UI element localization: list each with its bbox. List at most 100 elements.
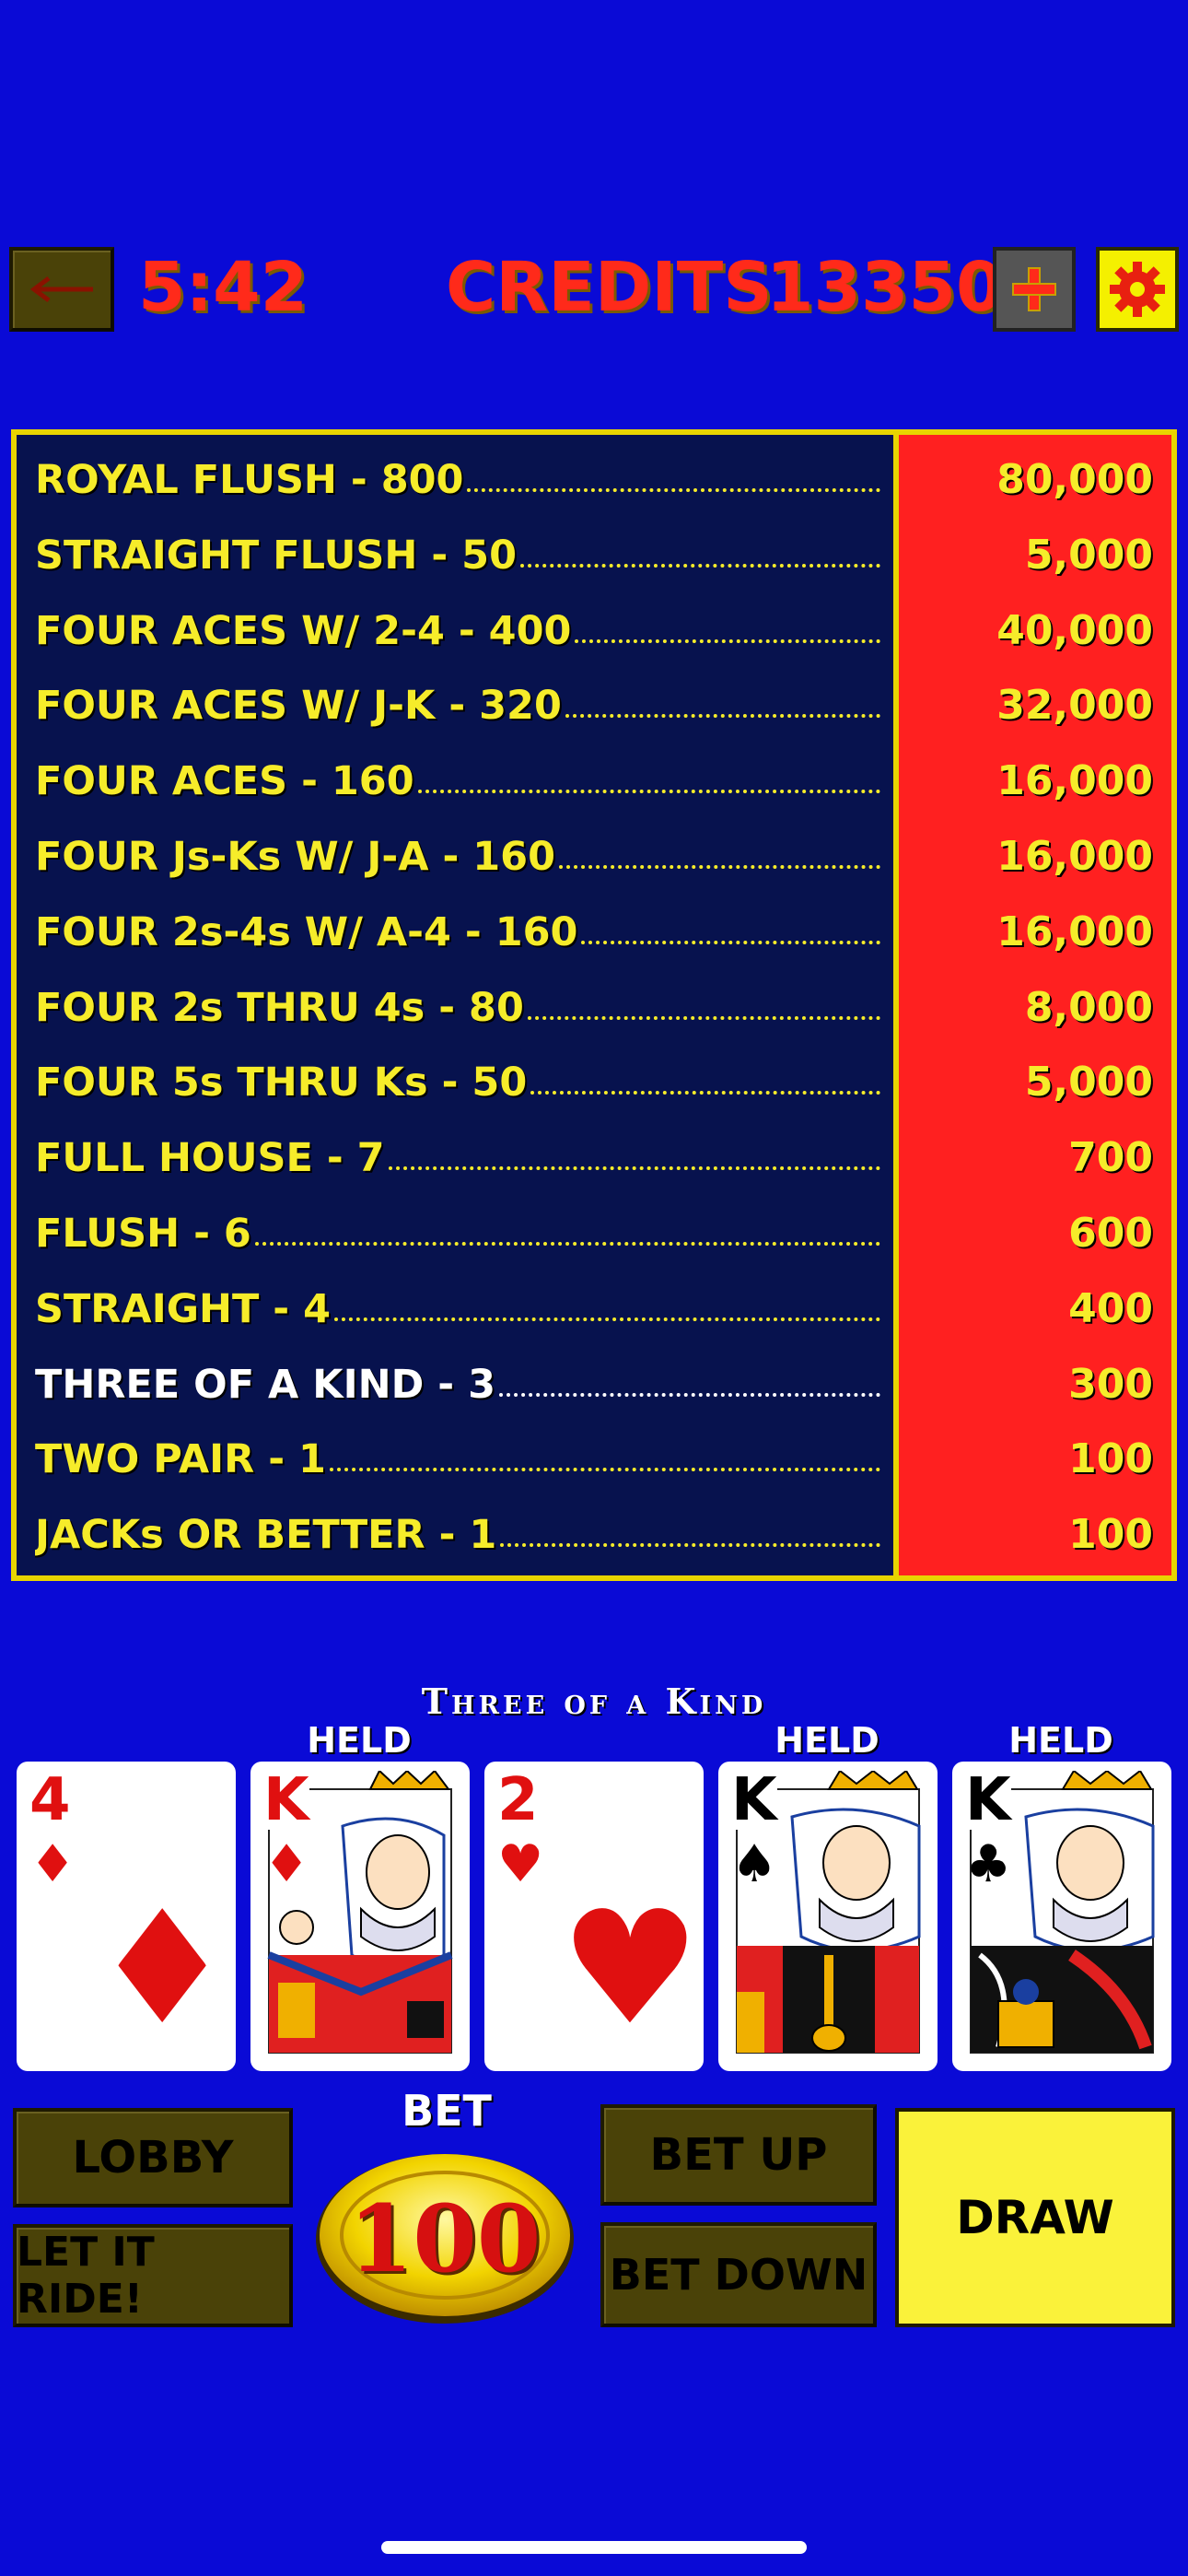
dot-leader [581,940,880,944]
pay-table: ROYAL FLUSH - 800 STRAIGHT FLUSH - 50 FOUR… [11,429,1177,1581]
pay-hand-label: FOUR Js-Ks W/ J-A - 160 [35,834,556,880]
card-rank: 2 [497,1766,539,1834]
pay-table-row-payout: 32,000 [996,682,1153,730]
add-credits-button[interactable] [993,247,1076,332]
card-4[interactable]: K ♠ [718,1762,938,2071]
bet-label: BET [402,2086,492,2136]
diamond-icon: ♦ [29,1834,76,1894]
held-label-card-2: HELD [307,1720,412,1761]
dot-leader [565,714,880,719]
bet-value: 100 [348,2184,542,2293]
heart-icon: ♥ [497,1834,544,1894]
card-1[interactable]: 4 ♦ ♦ [17,1762,236,2071]
held-label-card-5: HELD [1008,1720,1113,1761]
pay-hand-label: STRAIGHT FLUSH - 50 [35,532,518,579]
pay-table-row-payout: 16,000 [996,757,1153,805]
dot-leader [520,563,880,568]
card-3[interactable]: 2 ♥ ♥ [484,1762,704,2071]
diamond-icon: ♦ [263,1834,310,1894]
pay-table-row-name: ROYAL FLUSH - 800 [35,442,880,518]
pay-table-row-name: STRAIGHT - 4 [35,1271,880,1347]
pay-hand-label: FOUR ACES W/ J-K - 320 [35,683,562,730]
pay-hand-label: ROYAL FLUSH - 800 [35,457,464,503]
pay-table-row-name: FULL HOUSE - 7 [35,1120,880,1196]
lobby-button[interactable]: LOBBY [13,2108,293,2207]
pay-table-payouts: 80,000 5,000 40,000 32,000 16,000 16,000 16,00… [893,435,1171,1575]
pay-hand-label: STRAIGHT - 4 [35,1285,332,1332]
card-rank: 4 [29,1766,71,1834]
dot-leader [417,790,880,794]
club-icon: ♣ [965,1834,1012,1894]
pay-table-row-name: FOUR 5s THRU Ks - 50 [35,1045,880,1120]
timer: 5:42 [138,248,309,327]
spade-icon: ♠ [731,1834,778,1894]
dot-leader [388,1166,880,1171]
pay-table-row-payout: 400 [1068,1284,1153,1332]
dot-leader [500,1543,880,1548]
let-it-ride-button[interactable]: LET IT RIDE! [13,2224,293,2327]
card-2[interactable]: K ♦ [250,1762,470,2071]
credits-label: CREDITS [446,248,773,327]
pay-table-row-name: THREE OF A KIND - 3 [35,1347,880,1423]
pay-table-row-name: JACKs OR BETTER - 1 [35,1497,880,1573]
pay-table-row-name: TWO PAIR - 1 [35,1422,880,1497]
draw-button[interactable]: DRAW [895,2108,1175,2327]
dot-leader [559,865,880,869]
settings-button[interactable] [1096,247,1179,332]
pay-hand-label: FLUSH - 6 [35,1211,251,1257]
pay-table-row-name: FOUR Js-Ks W/ J-A - 160 [35,819,880,895]
dot-leader [254,1242,880,1246]
held-label-card-4: HELD [775,1720,879,1761]
heart-icon: ♥ [560,1878,701,2060]
credits-value: 13350 [766,248,1004,327]
pay-hand-label: FOUR 2s-4s W/ A-4 - 160 [35,908,578,955]
dot-leader [499,1392,880,1397]
gear-icon [1110,262,1165,317]
pay-table-row-payout: 16,000 [996,833,1153,880]
pay-table-row-payout: 300 [1068,1360,1153,1408]
pay-table-row-payout: 5,000 [1024,1059,1153,1107]
pay-table-row-name: FOUR ACES - 160 [35,744,880,819]
pay-hand-label: FOUR ACES - 160 [35,758,414,805]
pay-table-row-name: FOUR 2s THRU 4s - 80 [35,970,880,1046]
home-indicator [381,2541,807,2554]
pay-table-row-payout: 100 [1068,1435,1153,1483]
diamond-icon: ♦ [92,1878,233,2060]
pay-hand-label: FOUR ACES W/ 2-4 - 400 [35,607,572,654]
pay-table-row-payout: 40,000 [996,606,1153,654]
pay-table-row-name: FLUSH - 6 [35,1196,880,1271]
bet-down-button[interactable]: BET DOWN [600,2222,877,2327]
pay-table-row-name: FOUR ACES W/ 2-4 - 400 [35,593,880,669]
card-rank: K [731,1766,777,1834]
pay-hand-label: TWO PAIR - 1 [35,1436,326,1483]
pay-table-row-name: FOUR 2s-4s W/ A-4 - 160 [35,895,880,970]
dot-leader [334,1317,880,1321]
pay-table-row-payout: 700 [1068,1134,1153,1182]
back-arrow-icon [29,276,93,302]
pay-hand-label: THREE OF A KIND - 3 [35,1361,496,1408]
bet-up-button[interactable]: BET UP [600,2104,877,2206]
pay-table-row-payout: 8,000 [1024,983,1153,1031]
pay-hand-label: JACKs OR BETTER - 1 [35,1512,497,1559]
dot-leader [530,1091,880,1095]
pay-table-row-payout: 80,000 [996,456,1153,503]
pay-hand-label: FOUR 5s THRU Ks - 50 [35,1060,528,1107]
pay-table-row-payout: 16,000 [996,907,1153,955]
pay-table-row-payout: 5,000 [1024,531,1153,579]
pay-table-row-payout: 100 [1068,1511,1153,1559]
plus-icon [1012,267,1056,311]
dot-leader [329,1468,880,1472]
dot-leader [467,488,880,492]
pay-table-hands: ROYAL FLUSH - 800 STRAIGHT FLUSH - 50 FOUR… [17,435,888,1575]
back-button[interactable] [9,247,114,332]
card-rank: K [965,1766,1011,1834]
pay-table-row-name: FOUR ACES W/ J-K - 320 [35,668,880,744]
card-5[interactable]: K ♣ [952,1762,1171,2071]
pay-table-row-name: STRAIGHT FLUSH - 50 [35,518,880,593]
pay-hand-label: FULL HOUSE - 7 [35,1135,385,1182]
pay-hand-label: FOUR 2s THRU 4s - 80 [35,984,524,1031]
card-rank: K [263,1766,309,1834]
dot-leader [575,638,880,643]
dot-leader [527,1015,880,1020]
pay-table-row-payout: 600 [1068,1210,1153,1257]
